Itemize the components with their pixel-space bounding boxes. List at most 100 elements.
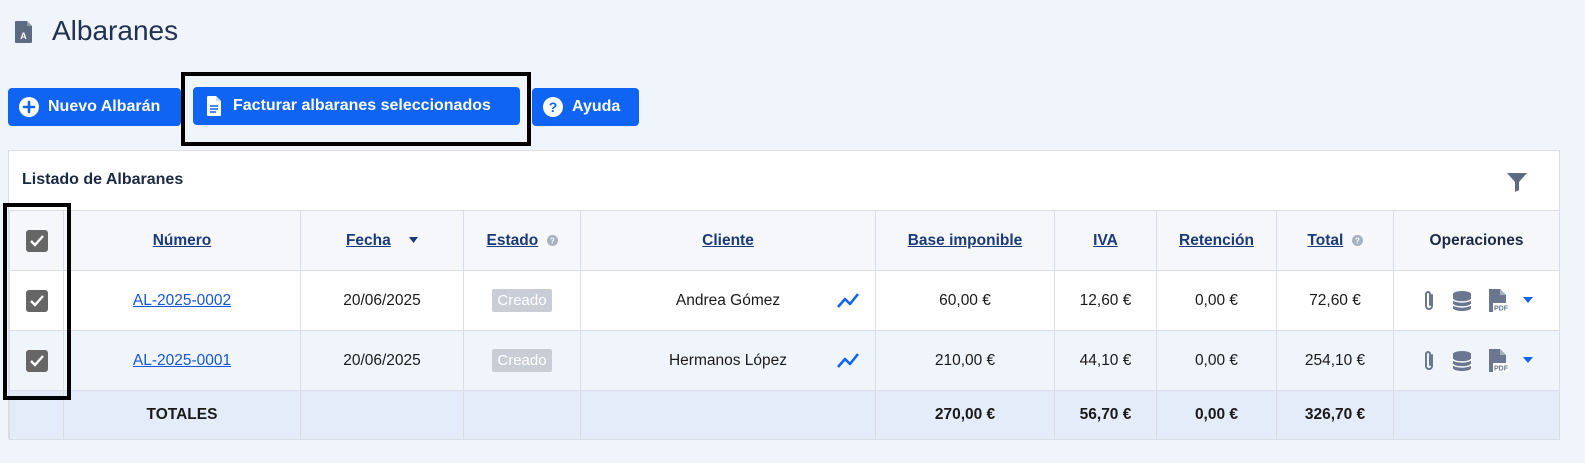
- totals-empty-cell: [300, 390, 464, 440]
- new-albaran-label: Nuevo Albarán: [48, 98, 161, 115]
- select-all-checkbox[interactable]: [25, 229, 48, 252]
- numero-cell: AL-2025-0001: [63, 330, 301, 391]
- col-retencion[interactable]: Retención: [1156, 210, 1277, 271]
- document-icon: [207, 96, 221, 116]
- row-operations: PDF: [1394, 348, 1559, 374]
- col-retencion-label: Retención: [1179, 231, 1254, 249]
- iva-cell: 12,60 €: [1054, 270, 1157, 331]
- help-icon: ?: [546, 234, 558, 246]
- fecha-cell: 20/06/2025: [300, 270, 464, 331]
- totals-empty-cell: [463, 390, 581, 440]
- invoice-selected-label: Facturar albaranes seleccionados: [233, 97, 491, 114]
- table-header-row: Número Fecha Estado ? Cliente Base impon…: [9, 210, 1560, 271]
- col-estado[interactable]: Estado ?: [463, 210, 581, 271]
- totals-label: TOTALES: [63, 390, 301, 440]
- check-icon: [29, 354, 44, 367]
- svg-text:PDF: PDF: [1494, 305, 1509, 312]
- row-select-cell: [9, 270, 64, 331]
- retencion-cell: 0,00 €: [1156, 330, 1277, 391]
- pdf-icon[interactable]: PDF: [1487, 288, 1509, 314]
- select-all-cell: [9, 210, 64, 271]
- help-button[interactable]: ? Ayuda: [532, 88, 639, 126]
- cliente-cell: Hermanos López: [580, 330, 876, 391]
- totals-retencion: 0,00 €: [1156, 390, 1277, 440]
- totals-iva: 56,70 €: [1054, 390, 1157, 440]
- estado-cell: Creado: [463, 270, 581, 331]
- total-cell: 72,60 €: [1276, 270, 1394, 331]
- document-a-icon: A: [15, 21, 32, 43]
- totals-empty-cell: [1393, 390, 1560, 440]
- col-total-label: Total: [1307, 231, 1344, 249]
- col-cliente[interactable]: Cliente: [580, 210, 876, 271]
- col-total[interactable]: Total ?: [1276, 210, 1394, 271]
- help-label: Ayuda: [572, 98, 621, 115]
- fecha-cell: 20/06/2025: [300, 330, 464, 391]
- col-base[interactable]: Base imponible: [875, 210, 1055, 271]
- plus-circle-icon: [19, 97, 39, 117]
- iva-cell: 44,10 €: [1054, 330, 1157, 391]
- check-icon: [29, 234, 44, 247]
- svg-text:A: A: [20, 31, 27, 41]
- svg-text:?: ?: [549, 99, 558, 115]
- col-base-label: Base imponible: [907, 231, 1023, 249]
- help-icon: ?: [1351, 234, 1363, 246]
- row-checkbox[interactable]: [25, 289, 48, 312]
- col-numero-label: Número: [152, 231, 212, 249]
- chevron-down-icon[interactable]: [1522, 296, 1533, 305]
- col-cliente-label: Cliente: [702, 231, 754, 249]
- cliente-cell: Andrea Gómez: [580, 270, 876, 331]
- albaranes-panel: Listado de Albaranes Número Fecha Estado…: [8, 150, 1560, 440]
- cliente-name: Hermanos López: [668, 351, 788, 369]
- cliente-name: Andrea Gómez: [675, 291, 781, 309]
- col-iva[interactable]: IVA: [1054, 210, 1157, 271]
- operaciones-cell: PDF: [1393, 270, 1560, 331]
- new-albaran-button[interactable]: Nuevo Albarán: [8, 88, 181, 126]
- row-checkbox[interactable]: [25, 349, 48, 372]
- base-cell: 60,00 €: [875, 270, 1055, 331]
- totals-empty-cell: [9, 390, 64, 440]
- retencion-cell: 0,00 €: [1156, 270, 1277, 331]
- col-estado-label: Estado: [486, 231, 539, 249]
- question-circle-icon: ?: [543, 97, 563, 117]
- database-icon[interactable]: [1451, 350, 1473, 372]
- table-row: AL-2025-0001 20/06/2025 Creado Hermanos …: [9, 330, 1560, 391]
- row-select-cell: [9, 330, 64, 391]
- col-iva-label: IVA: [1093, 231, 1118, 249]
- svg-text:PDF: PDF: [1494, 365, 1509, 372]
- invoice-selected-button[interactable]: Facturar albaranes seleccionados: [193, 87, 520, 125]
- albaran-number-link[interactable]: AL-2025-0002: [133, 292, 231, 309]
- col-operaciones: Operaciones: [1393, 210, 1560, 271]
- totals-row: TOTALES 270,00 € 56,70 € 0,00 € 326,70 €: [9, 390, 1560, 440]
- check-icon: [29, 294, 44, 307]
- estado-cell: Creado: [463, 330, 581, 391]
- paperclip-icon[interactable]: [1421, 289, 1437, 313]
- total-cell: 254,10 €: [1276, 330, 1394, 391]
- col-fecha-label: Fecha: [345, 231, 391, 249]
- svg-text:?: ?: [550, 237, 555, 246]
- sort-down-icon: [409, 237, 419, 244]
- col-numero[interactable]: Número: [63, 210, 301, 271]
- numero-cell: AL-2025-0002: [63, 270, 301, 331]
- filter-icon[interactable]: [1505, 170, 1529, 194]
- totals-base: 270,00 €: [875, 390, 1055, 440]
- base-cell: 210,00 €: [875, 330, 1055, 391]
- svg-text:?: ?: [1355, 237, 1360, 246]
- albaran-number-link[interactable]: AL-2025-0001: [133, 352, 231, 369]
- pdf-icon[interactable]: PDF: [1487, 348, 1509, 374]
- albaranes-table: Número Fecha Estado ? Cliente Base impon…: [9, 210, 1560, 440]
- col-fecha[interactable]: Fecha: [300, 210, 464, 271]
- panel-title: Listado de Albaranes: [22, 171, 184, 188]
- page-title: Albaranes: [52, 15, 179, 46]
- totals-total: 326,70 €: [1276, 390, 1394, 440]
- status-badge: Creado: [492, 289, 552, 312]
- table-row: AL-2025-0002 20/06/2025 Creado Andrea Gó…: [9, 270, 1560, 331]
- trend-chart-icon[interactable]: [836, 290, 860, 310]
- chevron-down-icon[interactable]: [1522, 356, 1533, 365]
- totals-empty-cell: [580, 390, 876, 440]
- operaciones-cell: PDF: [1393, 330, 1560, 391]
- paperclip-icon[interactable]: [1421, 349, 1437, 373]
- row-operations: PDF: [1394, 288, 1559, 314]
- status-badge: Creado: [492, 349, 552, 372]
- trend-chart-icon[interactable]: [836, 350, 860, 370]
- database-icon[interactable]: [1451, 290, 1473, 312]
